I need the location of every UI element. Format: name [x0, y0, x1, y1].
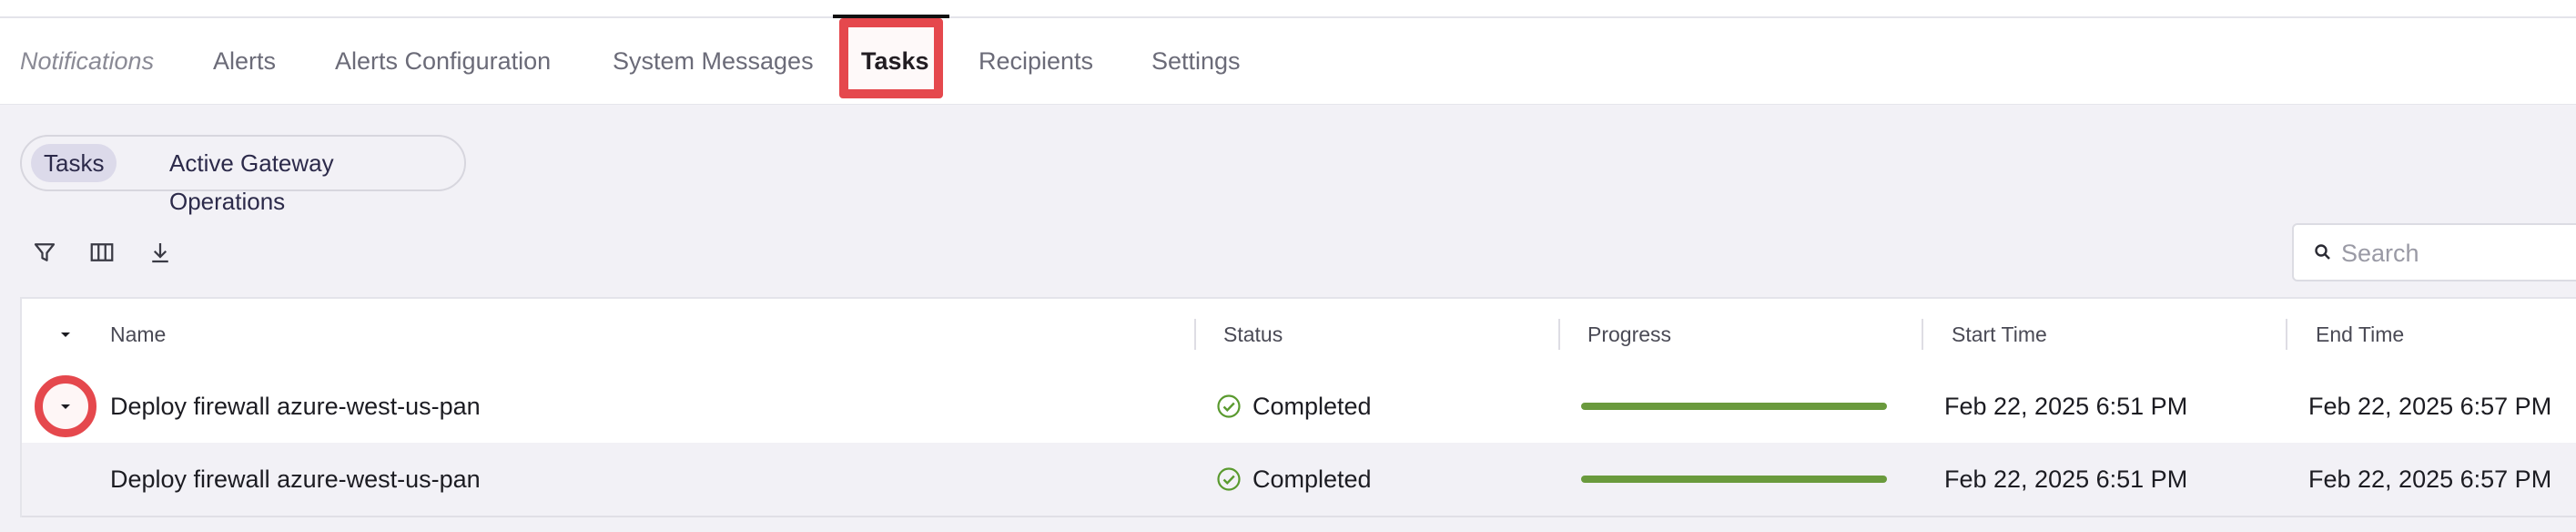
- column-divider[interactable]: [1922, 319, 1923, 350]
- task-status: Completed: [1253, 466, 1372, 493]
- progress-bar: [1581, 403, 1887, 410]
- top-bar: [0, 0, 2576, 18]
- progress-bar-fill: [1581, 403, 1887, 410]
- tab-system-messages[interactable]: System Messages: [613, 18, 814, 104]
- task-start-time: Feb 22, 2025 6:51 PM: [1944, 466, 2188, 493]
- task-name: Deploy firewall azure-west-us-pan: [110, 393, 481, 420]
- subtab-active-gateway-operations[interactable]: Active Gateway Operations: [157, 144, 464, 215]
- check-circle-icon: [1216, 394, 1242, 419]
- subtab-tasks[interactable]: Tasks: [31, 144, 117, 182]
- expand-all-caret-icon[interactable]: [56, 325, 75, 343]
- subtab-switcher: Tasks Active Gateway Operations: [20, 135, 466, 215]
- download-icon[interactable]: [147, 239, 174, 266]
- column-header-progress[interactable]: Progress: [1587, 299, 1671, 370]
- tab-recipients[interactable]: Recipients: [979, 18, 1093, 104]
- nav-section-label: Notifications: [20, 47, 155, 75]
- task-end-time: Feb 22, 2025 6:57 PM: [2308, 466, 2552, 493]
- task-start-time: Feb 22, 2025 6:51 PM: [1944, 393, 2188, 420]
- task-name: Deploy firewall azure-west-us-pan: [110, 466, 481, 493]
- table-header: Name Status Progress Start Time End Time: [22, 299, 2576, 371]
- check-circle-icon: [1216, 466, 1242, 492]
- notifications-nav: Notifications Alerts Alerts Configuratio…: [0, 18, 2576, 105]
- filter-icon[interactable]: [31, 239, 58, 266]
- search-box: [2292, 223, 2576, 281]
- column-header-name[interactable]: Name: [110, 299, 166, 370]
- tab-alerts[interactable]: Alerts: [213, 18, 276, 104]
- tasks-table: Name Status Progress Start Time End Time…: [20, 297, 2576, 517]
- column-header-status[interactable]: Status: [1223, 299, 1283, 370]
- table-row[interactable]: Deploy firewall azure-west-us-pan Comple…: [22, 370, 2576, 443]
- search-icon: [2312, 241, 2334, 263]
- tab-alerts-configuration[interactable]: Alerts Configuration: [335, 18, 551, 104]
- progress-bar: [1581, 476, 1887, 483]
- column-divider[interactable]: [1194, 319, 1196, 350]
- tasks-tab-highlight: [839, 18, 943, 98]
- task-end-time: Feb 22, 2025 6:57 PM: [2308, 393, 2552, 420]
- column-divider[interactable]: [2286, 319, 2287, 350]
- column-divider[interactable]: [1558, 319, 1560, 350]
- tab-settings[interactable]: Settings: [1151, 18, 1241, 104]
- expand-row-caret-icon[interactable]: [56, 397, 75, 415]
- search-input[interactable]: [2339, 234, 2576, 272]
- table-row[interactable]: Deploy firewall azure-west-us-pan Comple…: [22, 443, 2576, 517]
- task-status: Completed: [1253, 393, 1372, 420]
- column-header-start-time[interactable]: Start Time: [1952, 299, 2047, 370]
- column-header-end-time[interactable]: End Time: [2316, 299, 2404, 370]
- progress-bar-fill: [1581, 476, 1887, 483]
- columns-icon[interactable]: [88, 239, 116, 266]
